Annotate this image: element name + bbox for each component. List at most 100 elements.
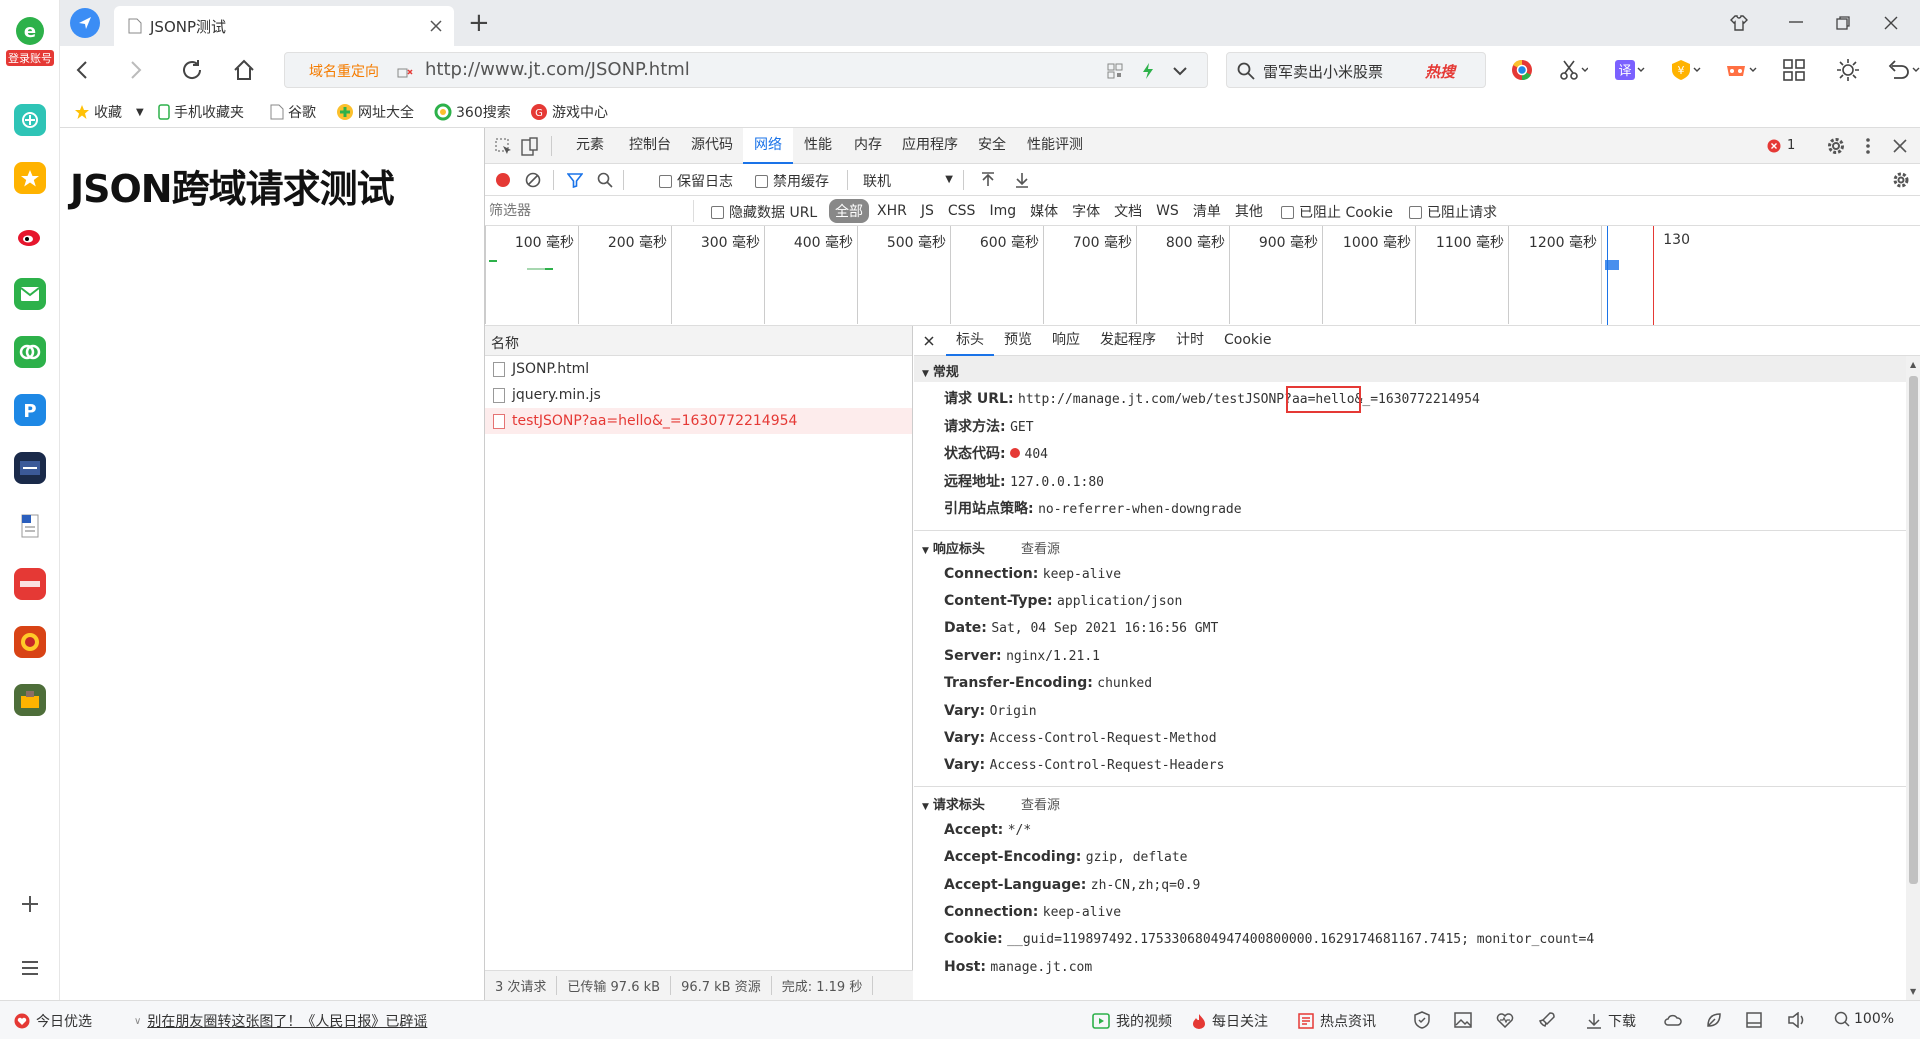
- download-manager[interactable]: 下载: [1586, 1011, 1636, 1031]
- bookmark-game-center[interactable]: G 游戏中心: [530, 102, 608, 122]
- devtools-tab-1[interactable]: 控制台: [619, 128, 681, 164]
- search-text[interactable]: 雷军卖出小米股票: [1263, 61, 1383, 82]
- request-view-source-link[interactable]: 查看源: [1021, 798, 1060, 813]
- settings-gear-icon[interactable]: [1827, 137, 1845, 155]
- search-icon[interactable]: [597, 172, 613, 188]
- apps-grid-icon[interactable]: [1782, 58, 1806, 82]
- detail-tab-2[interactable]: 响应: [1042, 326, 1090, 356]
- devtools-tab-5[interactable]: 内存: [843, 128, 893, 164]
- url-text[interactable]: http://www.jt.com/JSONP.html: [425, 59, 690, 80]
- sidebar-menu-icon[interactable]: [14, 952, 46, 984]
- requests-column-header[interactable]: 名称: [485, 326, 912, 356]
- back-icon[interactable]: [76, 60, 88, 80]
- blocked-cookies-checkbox[interactable]: 已阻止 Cookie: [1281, 202, 1393, 222]
- minimize-icon[interactable]: [1788, 20, 1804, 24]
- today-picks[interactable]: 今日优选: [14, 1011, 92, 1031]
- inspect-icon[interactable]: [495, 138, 513, 156]
- daily-focus[interactable]: 每日关注: [1192, 1011, 1268, 1031]
- cloud-sync-icon[interactable]: [1664, 1012, 1682, 1028]
- response-headers-section-header[interactable]: ▼ 响应标头 查看源: [914, 531, 1906, 561]
- navigation-icon[interactable]: [70, 8, 100, 38]
- disable-cache-checkbox[interactable]: 禁用缓存: [755, 171, 829, 191]
- devtools-tab-6[interactable]: 应用程序: [893, 128, 967, 164]
- health-icon[interactable]: [1496, 1012, 1514, 1028]
- window-icon[interactable]: [1746, 1012, 1762, 1028]
- devtools-tab-4[interactable]: 性能: [793, 128, 843, 164]
- import-har-icon[interactable]: [981, 172, 995, 188]
- bookmark-360-search[interactable]: 360搜索: [434, 102, 511, 122]
- new-tab-button[interactable]: +: [468, 8, 490, 38]
- detail-tab-0[interactable]: 标头: [946, 326, 994, 356]
- insecure-icon[interactable]: [397, 64, 413, 78]
- detail-tab-4[interactable]: 计时: [1166, 326, 1214, 356]
- close-window-icon[interactable]: [1884, 16, 1898, 30]
- translate-icon[interactable]: 译: [1614, 58, 1646, 82]
- url-bar[interactable]: 域名重定向 http://www.jt.com/JSONP.html: [284, 52, 1208, 88]
- record-icon[interactable]: [495, 172, 511, 188]
- bookmark-hao[interactable]: 网址大全: [336, 102, 414, 122]
- sidebar-weibo-icon[interactable]: [14, 220, 46, 252]
- timeline-overview[interactable]: 100 毫秒 200 毫秒 300 毫秒 400 毫秒 500 毫秒 600 毫秒 700 …: [485, 226, 1920, 326]
- filter-icon[interactable]: [567, 172, 583, 188]
- sidebar-app-icon-1[interactable]: [14, 104, 46, 136]
- devtools-more-icon[interactable]: [1865, 137, 1871, 155]
- sidebar-mail-icon[interactable]: [14, 278, 46, 310]
- sidebar-redbook-icon[interactable]: [14, 568, 46, 600]
- speed-mode-icon[interactable]: [1141, 62, 1155, 80]
- request-row[interactable]: testJSONP?aa=hello&_=1630772214954: [485, 408, 912, 434]
- close-devtools-icon[interactable]: [1893, 139, 1907, 153]
- sidebar-game-icon-3[interactable]: [14, 684, 46, 716]
- shield-icon[interactable]: [1414, 1011, 1430, 1029]
- type-filter-8[interactable]: WS: [1150, 201, 1185, 221]
- home-icon[interactable]: [232, 58, 256, 82]
- sidebar-star-icon[interactable]: [14, 162, 46, 194]
- detail-scrollbar[interactable]: ▲ ▼: [1906, 356, 1920, 1000]
- network-settings-icon[interactable]: [1893, 172, 1909, 188]
- sidebar-doc-icon[interactable]: [14, 510, 46, 542]
- request-headers-section-header[interactable]: ▼ 请求标头 查看源: [914, 787, 1906, 817]
- hide-data-url-checkbox[interactable]: 隐藏数据 URL: [711, 202, 817, 222]
- devtools-tab-3[interactable]: 网络: [743, 128, 793, 164]
- game-icon[interactable]: [1724, 58, 1758, 82]
- type-filter-6[interactable]: 字体: [1066, 199, 1106, 223]
- search-box[interactable]: 雷军卖出小米股票 热搜: [1226, 52, 1486, 88]
- bookmark-mobile[interactable]: 手机收藏夹: [158, 102, 244, 122]
- volume-icon[interactable]: [1788, 1012, 1806, 1028]
- type-filter-5[interactable]: 媒体: [1024, 199, 1064, 223]
- sidebar-cloud-icon[interactable]: [14, 336, 46, 368]
- sidebar-game-icon-2[interactable]: [14, 626, 46, 658]
- brightness-icon[interactable]: [1836, 58, 1860, 82]
- restore-icon[interactable]: [1836, 16, 1850, 30]
- undo-icon[interactable]: [1886, 58, 1920, 82]
- type-filter-2[interactable]: JS: [915, 201, 940, 221]
- my-video[interactable]: 我的视频: [1092, 1011, 1172, 1031]
- export-har-icon[interactable]: [1015, 172, 1029, 188]
- login-avatar[interactable]: e 登录账号: [6, 14, 54, 66]
- skin-icon[interactable]: [1730, 14, 1748, 32]
- sidebar-add-icon[interactable]: [14, 888, 46, 920]
- leaf-icon[interactable]: [1706, 1012, 1722, 1028]
- devtools-tab-7[interactable]: 安全: [967, 128, 1017, 164]
- devtools-tab-0[interactable]: 元素: [561, 128, 619, 164]
- qr-icon[interactable]: [1107, 63, 1123, 79]
- type-filter-10[interactable]: 其他: [1229, 199, 1269, 223]
- type-filter-4[interactable]: Img: [983, 201, 1022, 221]
- devtools-tab-8[interactable]: 性能评测: [1017, 128, 1093, 164]
- error-counter[interactable]: 1: [1767, 138, 1795, 153]
- hot-news[interactable]: 热点资讯: [1298, 1011, 1376, 1031]
- type-filter-0[interactable]: 全部: [829, 199, 869, 223]
- detail-tab-5[interactable]: Cookie: [1214, 326, 1282, 356]
- sidebar-p-icon[interactable]: P: [14, 394, 46, 426]
- type-filter-1[interactable]: XHR: [871, 201, 913, 221]
- login-label[interactable]: 登录账号: [6, 50, 54, 66]
- preserve-log-checkbox[interactable]: 保留日志: [659, 171, 733, 191]
- filter-input[interactable]: [489, 200, 689, 222]
- tab-jsonp-test[interactable]: JSONP测试: [114, 6, 454, 46]
- device-toggle-icon[interactable]: [521, 137, 539, 157]
- general-section-header[interactable]: ▼ 常规: [914, 356, 1906, 382]
- image-icon[interactable]: [1454, 1012, 1472, 1028]
- chevron-down-icon[interactable]: [1173, 66, 1187, 76]
- blocked-requests-checkbox[interactable]: 已阻止请求: [1409, 202, 1497, 222]
- request-row[interactable]: JSONP.html: [485, 356, 912, 382]
- bookmark-google[interactable]: 谷歌: [270, 102, 316, 122]
